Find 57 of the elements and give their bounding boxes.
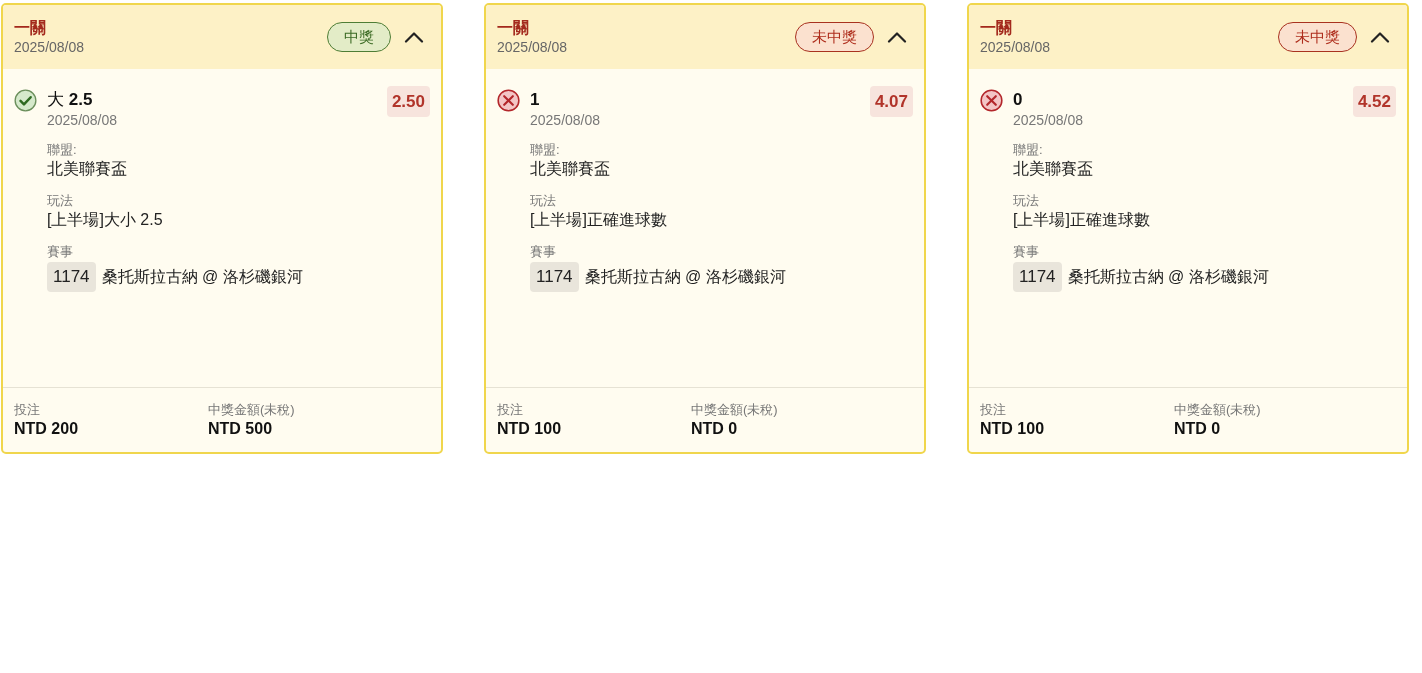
detail-label: 玩法 [1013, 192, 1039, 209]
pick-text: 1 [530, 89, 540, 111]
match-teams: 桑托斯拉古納 @ 洛杉磯銀河 [101, 267, 303, 287]
detail-value: 北美聯賽盃 [47, 159, 127, 179]
odds-badge: 4.52 [1352, 86, 1396, 117]
card-title: 一關 [14, 18, 47, 38]
summary-label: 投注 [980, 401, 1006, 418]
match-number: 1174 [530, 262, 579, 292]
detail-label: 賽事 [530, 243, 556, 260]
summary-label: 中獎金額(未稅) [1174, 401, 1261, 418]
detail-value: [上半場]正確進球數 [1013, 210, 1150, 230]
detail-value: [上半場]正確進球數 [530, 210, 667, 230]
match-number: 1174 [1013, 262, 1062, 292]
match-number: 1174 [47, 262, 96, 292]
collapse-button[interactable] [403, 30, 425, 44]
pick-date: 2025/08/08 [1013, 111, 1084, 129]
summary-value: NTD 0 [1174, 419, 1221, 439]
card-date: 2025/08/08 [980, 38, 1051, 56]
summary-value: NTD 0 [691, 419, 738, 439]
chevron-icon [1370, 31, 1390, 43]
summary-value: NTD 500 [208, 419, 273, 439]
card-date: 2025/08/08 [14, 38, 85, 56]
detail-label: 聯盟: [47, 141, 77, 158]
detail-label: 玩法 [530, 192, 556, 209]
card-title: 一關 [497, 18, 530, 38]
pick-date: 2025/08/08 [47, 111, 118, 129]
status-badge: 未中獎 [1278, 22, 1357, 52]
collapse-button[interactable] [886, 30, 908, 44]
summary-label: 中獎金額(未稅) [691, 401, 778, 418]
status-badge: 未中獎 [795, 22, 874, 52]
chevron-icon [887, 31, 907, 43]
detail-value: 北美聯賽盃 [530, 159, 610, 179]
detail-label: 聯盟: [1013, 141, 1043, 158]
pick-text: 0 [1013, 89, 1023, 111]
status-badge: 中獎 [327, 22, 391, 52]
chevron-icon [404, 31, 424, 43]
summary-label: 投注 [497, 401, 523, 418]
summary-value: NTD 200 [14, 419, 79, 439]
odds-badge: 2.50 [386, 86, 430, 117]
detail-label: 玩法 [47, 192, 73, 209]
detail-label: 賽事 [47, 243, 73, 260]
detail-label: 聯盟: [530, 141, 560, 158]
summary-value: NTD 100 [497, 419, 562, 439]
odds-badge: 4.07 [869, 86, 913, 117]
detail-value: 北美聯賽盃 [1013, 159, 1093, 179]
collapse-button[interactable] [1369, 30, 1391, 44]
pick-text: 大 2.5 [47, 89, 93, 111]
summary-value: NTD 100 [980, 419, 1045, 439]
pick-date: 2025/08/08 [530, 111, 601, 129]
match-teams: 桑托斯拉古納 @ 洛杉磯銀河 [584, 267, 786, 287]
summary-label: 投注 [14, 401, 40, 418]
card-title: 一關 [980, 18, 1013, 38]
match-teams: 桑托斯拉古納 @ 洛杉磯銀河 [1067, 267, 1269, 287]
detail-label: 賽事 [1013, 243, 1039, 260]
card-date: 2025/08/08 [497, 38, 568, 56]
summary-label: 中獎金額(未稅) [208, 401, 295, 418]
detail-value: [上半場]大小 2.5 [47, 210, 163, 230]
